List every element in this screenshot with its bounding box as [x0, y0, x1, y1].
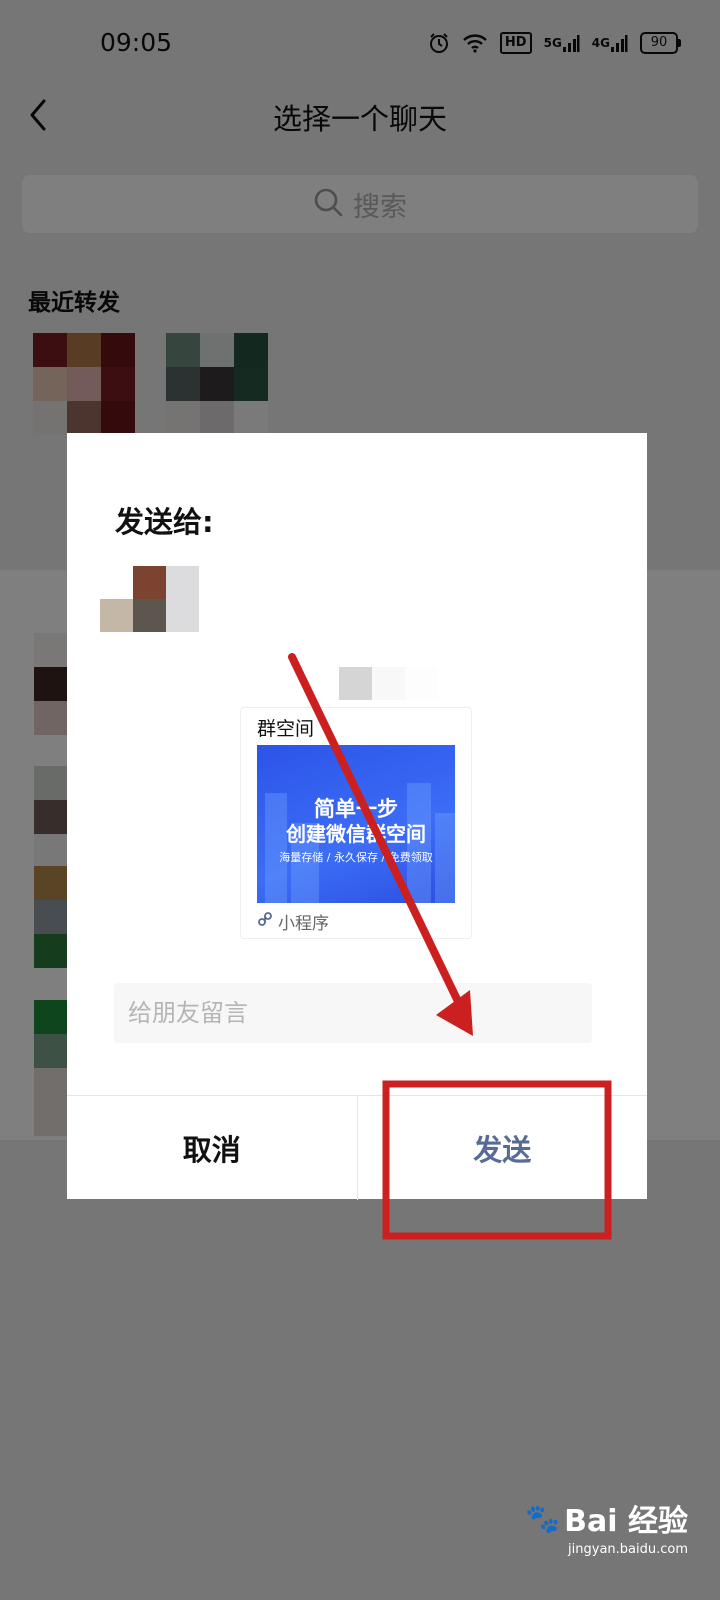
- mini-program-footer: 小程序: [257, 909, 329, 934]
- send-button[interactable]: 发送: [358, 1096, 648, 1200]
- cover-line-3: 海量存储 / 永久保存 / 免费领取: [279, 851, 433, 864]
- recipient-avatar: [100, 566, 199, 632]
- cover-line-2: 创建微信群空间: [286, 822, 426, 846]
- mini-program-cover-image: 简单一步 创建微信群空间 海量存储 / 永久保存 / 免费领取: [257, 745, 455, 903]
- dialog-title: 发送给:: [115, 505, 214, 539]
- mini-program-avatar: [339, 667, 438, 700]
- watermark-url: jingyan.baidu.com: [568, 1542, 688, 1557]
- mini-program-label: 小程序: [278, 914, 329, 934]
- send-dialog: 发送给: 群空间 简单一步 创建微信群空间 海量存储 / 永久保存 / 免费领取…: [67, 433, 647, 1200]
- dialog-actions: 取消 发送: [67, 1095, 647, 1200]
- watermark-logo: 🐾 Bai 经验: [525, 1496, 688, 1540]
- mini-program-title: 群空间: [257, 718, 315, 740]
- message-input[interactable]: [114, 983, 592, 1043]
- baidu-watermark: 🐾 Bai 经验 jingyan.baidu.com: [525, 1496, 688, 1558]
- cancel-button[interactable]: 取消: [67, 1096, 358, 1200]
- paw-icon: 🐾: [525, 1501, 561, 1535]
- watermark-brand: Bai 经验: [564, 1504, 688, 1539]
- mini-program-icon: [257, 911, 273, 932]
- mini-program-card: 群空间 简单一步 创建微信群空间 海量存储 / 永久保存 / 免费领取 小程序: [240, 707, 472, 939]
